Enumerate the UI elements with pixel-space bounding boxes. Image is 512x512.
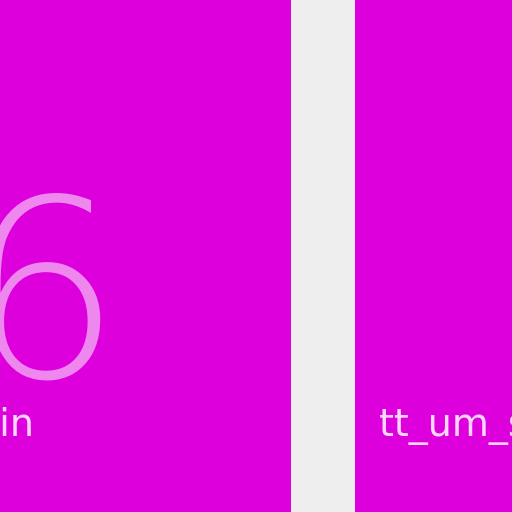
app-tile-left[interactable]: 6 ain (0, 0, 291, 512)
app-tile-right[interactable]: tt_um_s (355, 0, 512, 512)
tile-number: 6 (0, 148, 122, 436)
launcher-viewport: 6 ain tt_um_s (0, 0, 512, 512)
tile-label-left: ain (0, 401, 34, 445)
tile-label-right: tt_um_s (379, 401, 512, 445)
